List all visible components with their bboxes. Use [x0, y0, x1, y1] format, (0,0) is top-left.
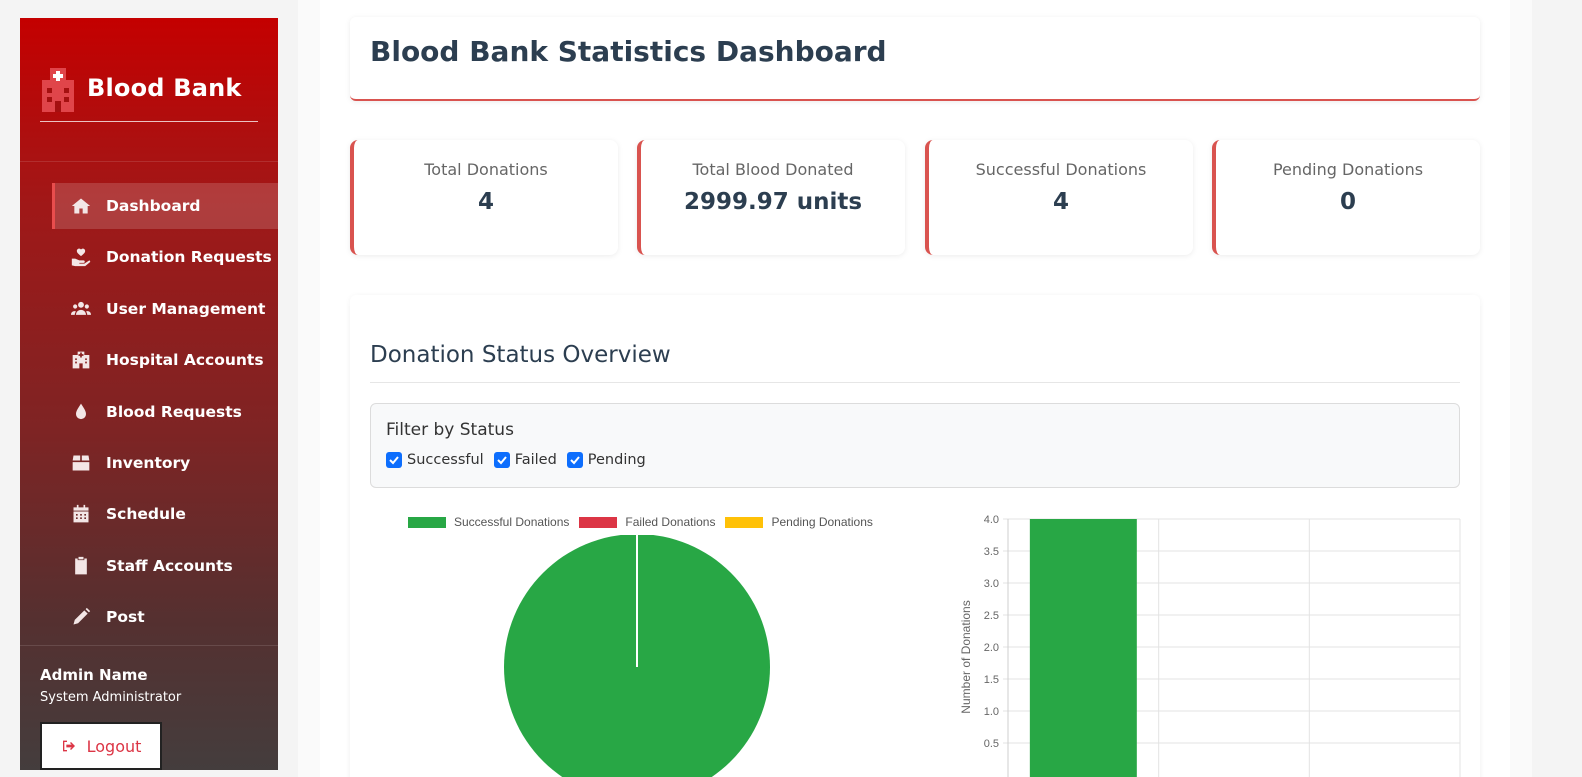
pie-chart	[504, 535, 770, 777]
sidebar-item-label: Inventory	[106, 453, 191, 472]
pie-legend: Successful Donations Failed Donations Pe…	[408, 515, 883, 529]
status-filter: Filter by Status Successful Failed Pendi…	[370, 403, 1460, 488]
content-panel: Blood Bank Statistics Dashboard Total Do…	[320, 0, 1510, 777]
sidebar-item-label: Staff Accounts	[106, 556, 233, 575]
home-icon	[70, 196, 92, 216]
check-icon	[496, 456, 507, 465]
filter-successful[interactable]: Successful	[386, 452, 484, 468]
divider	[20, 645, 278, 646]
sidebar-item-blood-requests[interactable]: Blood Requests	[52, 389, 278, 435]
divider	[20, 161, 278, 162]
sidebar-item-donation-requests[interactable]: Donation Requests	[52, 234, 278, 280]
stat-value: 0	[1339, 189, 1356, 215]
sidebar: Blood Bank Dashboard Donation Requests U…	[20, 18, 278, 770]
admin-info: Admin Name System Administrator	[40, 666, 181, 705]
admin-name: Admin Name	[40, 666, 148, 684]
sidebar-item-label: Schedule	[106, 505, 186, 524]
y-tick-label: 2.5	[984, 610, 999, 622]
successful-checkbox[interactable]	[386, 452, 402, 468]
sidebar-item-hospital-accounts[interactable]: Hospital Accounts	[52, 337, 278, 383]
bar	[1029, 519, 1137, 777]
check-icon	[570, 456, 580, 465]
section-title: Donation Status Overview	[370, 342, 671, 368]
stat-value: 4	[477, 189, 494, 215]
users-icon	[70, 299, 92, 319]
y-axis-label: Number of Donations	[959, 600, 973, 713]
droplet-icon	[70, 402, 92, 422]
legend-label: Pending Donations	[771, 515, 873, 529]
sidebar-nav: Dashboard Donation Requests User Managem…	[52, 183, 278, 646]
sidebar-item-inventory[interactable]: Inventory	[52, 440, 278, 486]
legend-swatch	[579, 516, 618, 528]
legend-label: Successful Donations	[454, 515, 570, 529]
sidebar-item-label: Hospital Accounts	[106, 351, 264, 370]
stat-label: Successful Donations	[975, 160, 1147, 179]
stat-label: Pending Donations	[1272, 160, 1424, 179]
filter-failed[interactable]: Failed	[493, 452, 557, 468]
stat-label: Total Donations	[424, 160, 548, 179]
legend-item-pending[interactable]: Pending Donations	[725, 515, 873, 529]
divider	[370, 382, 1460, 383]
y-tick-label: 3.0	[984, 578, 999, 590]
check-icon	[389, 456, 399, 465]
donation-overview-card: Donation Status Overview Filter by Statu…	[350, 295, 1480, 777]
y-tick-label: 3.5	[984, 546, 999, 558]
y-tick-label: 1.5	[984, 674, 999, 686]
stat-label: Total Blood Donated	[692, 160, 854, 179]
pending-checkbox[interactable]	[566, 452, 583, 468]
hand-heart-icon	[70, 247, 92, 267]
hospital-icon	[70, 350, 92, 370]
sidebar-item-staff-accounts[interactable]: Staff Accounts	[52, 543, 278, 589]
y-tick-label: 0.5	[984, 738, 999, 750]
filter-label: Failed	[514, 452, 557, 468]
stat-value: 4	[1052, 189, 1069, 215]
stat-card-successful-donations: Successful Donations 4	[925, 140, 1193, 255]
failed-checkbox[interactable]	[493, 452, 510, 468]
legend-item-failed[interactable]: Failed Donations	[579, 515, 715, 529]
stat-card-total-donations: Total Donations 4	[350, 140, 618, 255]
sidebar-item-label: Donation Requests	[106, 248, 272, 267]
brand[interactable]: Blood Bank	[40, 68, 258, 122]
box-icon	[70, 453, 92, 473]
sidebar-item-schedule[interactable]: Schedule	[52, 491, 278, 537]
filter-options: Successful Failed Pending	[386, 452, 656, 468]
sidebar-item-post[interactable]: Post	[52, 594, 278, 640]
stat-card-pending-donations: Pending Donations 0	[1212, 140, 1480, 255]
sidebar-item-label: Blood Requests	[106, 402, 242, 421]
legend-item-successful[interactable]: Successful Donations	[408, 515, 569, 529]
legend-swatch	[725, 516, 764, 528]
main-area: Blood Bank Statistics Dashboard Total Do…	[298, 0, 1532, 777]
brand-name: Blood Bank	[87, 74, 242, 102]
calendar-icon	[70, 504, 92, 524]
sidebar-item-label: User Management	[106, 299, 266, 318]
stat-value: 2999.97 units	[683, 189, 863, 215]
filter-label: Successful	[407, 452, 484, 468]
sign-out-icon	[62, 740, 75, 752]
stat-card-total-blood-donated: Total Blood Donated 2999.97 units	[637, 140, 905, 255]
bar-chart: 4.0 3.5 3.0 2.5 2.0 1.5 1.0 0.5 Number of Donati…	[959, 514, 1461, 777]
title-card: Blood Bank Statistics Dashboard	[350, 17, 1480, 101]
legend-swatch	[408, 516, 446, 528]
legend-label: Failed Donations	[625, 515, 716, 529]
filter-label: Pending	[587, 452, 646, 468]
logout-label: Logout	[86, 736, 142, 756]
sidebar-item-label: Dashboard	[106, 197, 201, 215]
clipboard-icon	[70, 556, 92, 576]
pencil-icon	[70, 607, 92, 627]
y-tick-label: 2.0	[984, 642, 999, 654]
filter-pending[interactable]: Pending	[566, 452, 646, 468]
hospital-building-icon	[42, 68, 74, 112]
sidebar-item-user-management[interactable]: User Management	[52, 286, 278, 332]
sidebar-item-label: Post	[106, 608, 145, 627]
sidebar-item-dashboard[interactable]: Dashboard	[52, 183, 278, 229]
admin-role: System Administrator	[40, 690, 182, 705]
y-tick-label: 1.0	[984, 706, 999, 718]
y-tick-label: 4.0	[984, 514, 999, 526]
filter-title: Filter by Status	[386, 420, 514, 440]
logout-button[interactable]: Logout	[40, 722, 162, 770]
page-title: Blood Bank Statistics Dashboard	[370, 35, 887, 68]
